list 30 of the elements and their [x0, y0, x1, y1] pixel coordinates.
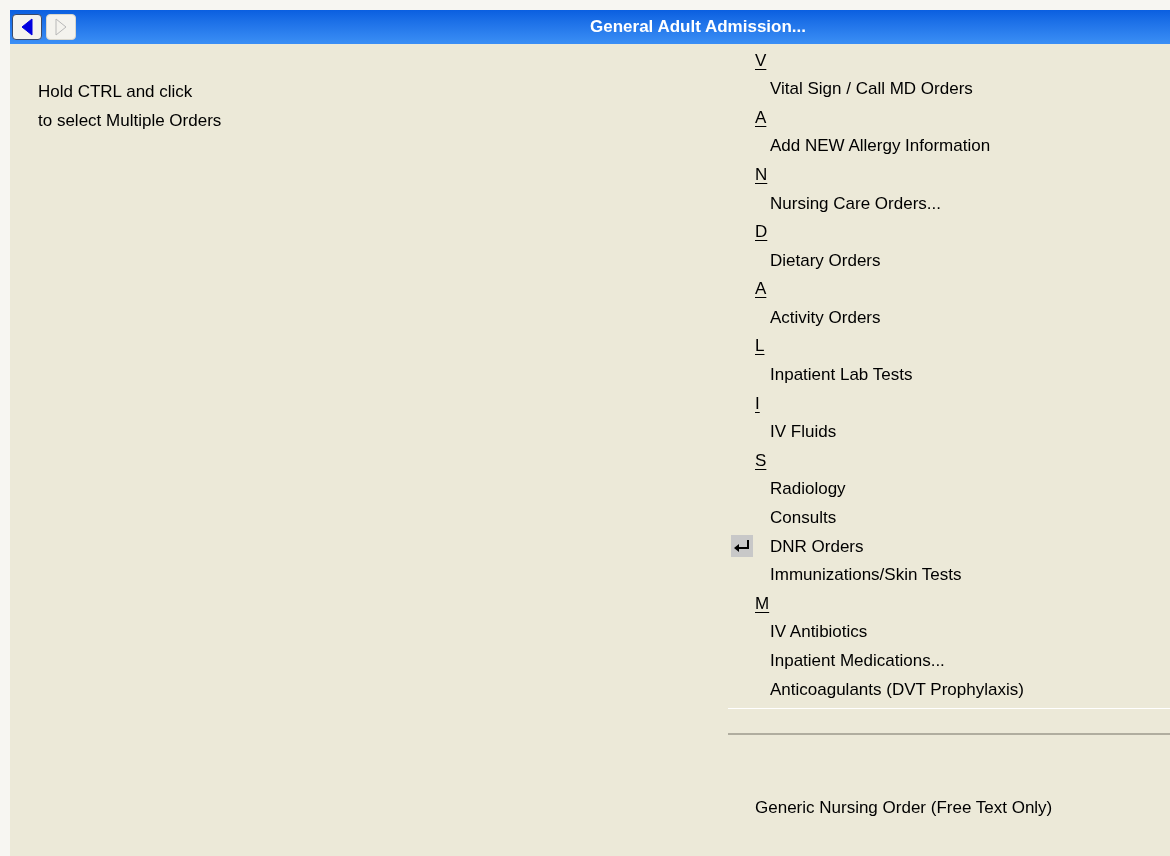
order-item[interactable]: IV Fluids — [770, 419, 837, 445]
order-item[interactable]: Radiology — [770, 476, 846, 502]
order-item[interactable]: IV Antibiotics — [770, 619, 868, 645]
order-item[interactable]: Inpatient Lab Tests — [770, 362, 913, 388]
order-item[interactable]: Add NEW Allergy Information — [770, 133, 991, 159]
section-letter: S — [755, 449, 767, 472]
hint-text: to select Multiple Orders — [38, 110, 222, 132]
left-triangle-icon — [21, 18, 33, 36]
section-letter: N — [755, 163, 768, 186]
section-letter: A — [755, 278, 767, 301]
order-item[interactable]: Nursing Care Orders... — [770, 190, 941, 216]
section-letter: L — [755, 335, 765, 358]
order-item[interactable]: Immunizations/Skin Tests — [770, 562, 962, 588]
order-item[interactable]: Anticoagulants (DVT Prophylaxis) — [770, 676, 1024, 703]
section-letter: I — [755, 392, 760, 415]
order-item[interactable]: Dietary Orders — [770, 247, 881, 274]
section-letter: V — [755, 49, 767, 72]
order-item[interactable]: Activity Orders — [770, 304, 881, 331]
order-item[interactable]: Consults — [770, 505, 837, 531]
generic-order-item[interactable]: Generic Nursing Order (Free Text Only) — [755, 797, 1053, 817]
right-triangle-icon — [55, 18, 67, 36]
hint-text: Hold CTRL and click — [38, 81, 193, 103]
section-letter: M — [755, 592, 770, 615]
section-letter: A — [755, 106, 767, 129]
back-button[interactable] — [12, 14, 42, 40]
order-item[interactable]: Inpatient Medications... — [770, 648, 945, 674]
order-item[interactable]: DNR Orders — [770, 533, 864, 560]
section-letter: D — [755, 221, 768, 244]
window-title: General Adult Admission... — [590, 16, 806, 39]
order-item[interactable]: Vital Sign / Call MD Orders — [770, 76, 973, 102]
